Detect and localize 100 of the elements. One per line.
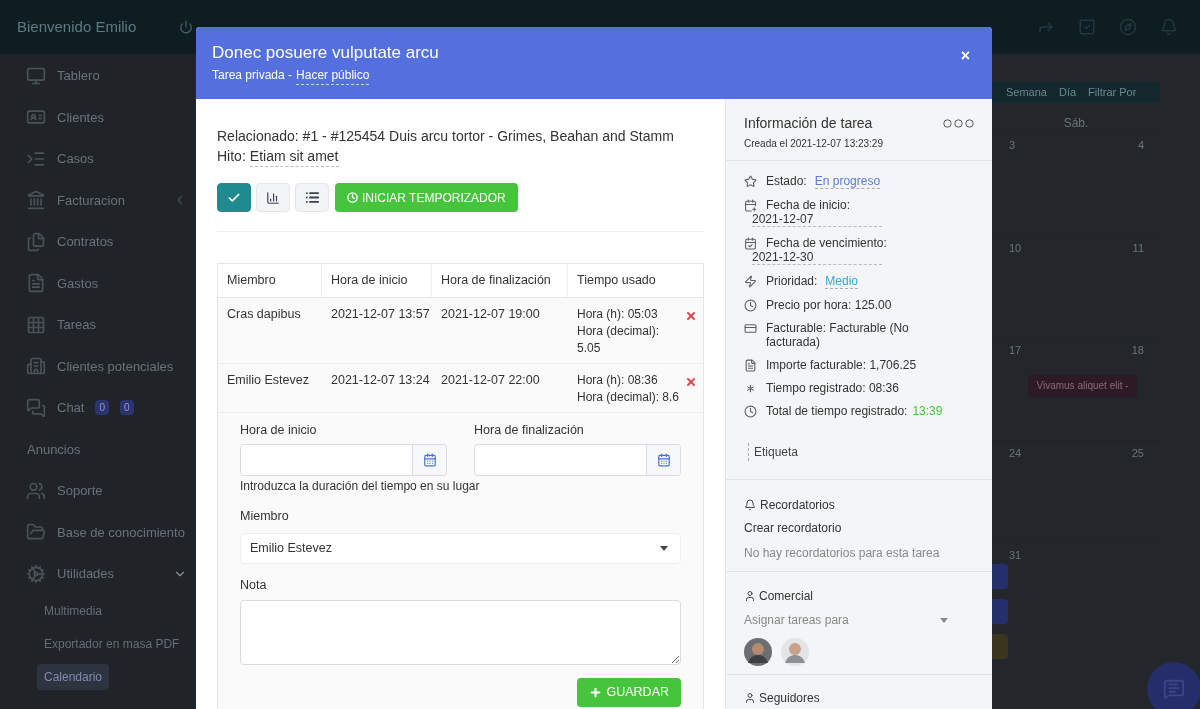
message-icon — [1163, 678, 1185, 700]
sidebar-item[interactable]: Gastos — [0, 262, 195, 304]
gears-icon — [26, 563, 46, 584]
total-value: 13:39 — [912, 404, 943, 418]
table-cell-text: 2021-12-07 13:24 — [330, 372, 431, 389]
avatar[interactable] — [744, 638, 772, 666]
weekday-header: Sáb. — [1063, 115, 1089, 132]
sidebar-item[interactable]: Tareas — [0, 304, 195, 346]
table-cell-text: 2021-12-07 13:57 — [330, 306, 431, 323]
view-tab[interactable]: Semana — [1006, 84, 1047, 101]
more-options-icon[interactable] — [943, 118, 974, 128]
table-cell-text: Hora (decimal): 5.05 — [577, 323, 661, 357]
field-label: Hora de inicio — [240, 422, 318, 438]
date-input-field[interactable] — [474, 444, 681, 476]
grid-icon — [26, 314, 46, 335]
user-icon — [744, 692, 756, 704]
field-label: Estado: — [766, 174, 807, 189]
building-icon — [26, 356, 46, 377]
list-button[interactable] — [295, 183, 329, 212]
section-title: Seguidores — [759, 691, 820, 705]
column-header: Miembro — [218, 264, 322, 297]
start-timer-button[interactable]: INICIAR TEMPORIZADOR — [335, 183, 518, 212]
sidebar-item[interactable]: Soporte — [0, 470, 195, 512]
submenu-item[interactable]: Calendario — [37, 664, 110, 690]
table-cell: Hora (h): 08:36 — [577, 372, 658, 389]
sidebar-item[interactable]: Chat 0 0 — [0, 387, 195, 429]
submenu-item[interactable]: Exportador en masa PDF — [37, 631, 187, 657]
sidebar-item[interactable]: Facturacion — [0, 179, 195, 221]
column-header: Hora de finalización — [432, 264, 568, 297]
bank-icon — [26, 190, 46, 211]
field-label: Fecha de vencimiento: — [766, 236, 887, 250]
list-icon — [304, 190, 320, 205]
close-button[interactable]: × — [960, 44, 970, 68]
delete-icon[interactable] — [685, 310, 697, 322]
save-button[interactable]: GUARDAR — [577, 677, 681, 707]
table-cell-text: 2021-12-07 19:00 — [440, 306, 541, 323]
field-label: Fecha de inicio: — [766, 198, 851, 212]
chat-button[interactable] — [1147, 662, 1200, 709]
priority-link[interactable]: Medio — [825, 274, 859, 289]
table-cell-text: Emilio Estevez — [226, 372, 310, 389]
clock-icon — [744, 405, 757, 418]
sidebar-item[interactable]: Clientes — [0, 96, 195, 138]
day-number: 4 — [1137, 138, 1144, 153]
sidebar-item[interactable]: Utilidades — [0, 553, 195, 595]
calendar-plus-icon — [744, 199, 757, 212]
dialog-title: Donec posuere vulputate arcu — [212, 42, 439, 64]
tag-input[interactable]: Etiqueta — [748, 443, 799, 461]
table-cell: Hora (decimal): 8.6 — [577, 389, 680, 406]
check-square-icon[interactable] — [1078, 18, 1096, 36]
submenu-item[interactable]: Multimedia — [37, 598, 110, 624]
view-tab[interactable]: Día — [1059, 84, 1077, 101]
sidebar-item[interactable]: Clientes potenciales — [0, 345, 195, 387]
make-public-link[interactable]: Hacer público — [296, 66, 370, 85]
sidebar-item[interactable]: Base de conocimiento — [0, 511, 195, 553]
column-header: Hora de inicio — [322, 264, 432, 297]
monitor-icon — [26, 65, 46, 86]
table-cell: Hora (h): 05:03 — [577, 306, 658, 323]
day-number: 11 — [1132, 240, 1144, 256]
date-value[interactable]: 2021-12-07 — [752, 212, 882, 227]
privacy-text: Tarea privada - — [212, 67, 293, 84]
delete-icon[interactable] — [685, 376, 697, 388]
calendar-event[interactable]: Vivamus aliquet elit - — [1028, 374, 1137, 397]
milestone-link[interactable]: Etiam sit amet — [249, 146, 339, 167]
member-select[interactable]: Emilio Estevez — [240, 532, 681, 564]
complete-button[interactable] — [217, 183, 251, 212]
chart-button[interactable] — [256, 183, 290, 212]
asterisk-icon — [744, 382, 757, 395]
dropdown-caret-icon — [940, 617, 948, 623]
calendar-check-icon — [744, 237, 757, 250]
bar-chart-icon — [266, 190, 280, 205]
created-date: Creada el 2021-12-07 13:23:29 — [744, 137, 884, 151]
date-value[interactable]: 2021-12-30 — [752, 250, 882, 265]
sidebar-item[interactable]: Casos — [0, 138, 195, 180]
column-header: Tiempo usado — [576, 272, 657, 290]
milestone-label: Hito: — [217, 147, 246, 166]
status-link[interactable]: En progreso — [814, 174, 881, 189]
day-number: 25 — [1131, 445, 1144, 461]
users-icon — [26, 480, 46, 501]
sidebar-item[interactable]: Contratos — [0, 221, 195, 263]
table-cell-text: Cras dapibus — [226, 306, 302, 323]
document-icon — [26, 273, 46, 294]
day-number: 18 — [1131, 343, 1144, 358]
sidebar-item[interactable]: Tablero — [0, 55, 195, 97]
field-text: Precio por hora: 125.00 — [766, 298, 892, 312]
assignee-select[interactable]: Asignar tareas para — [744, 613, 974, 627]
day-number: 31 — [1009, 548, 1022, 563]
date-input-field[interactable] — [240, 444, 447, 476]
create-reminder-link[interactable]: Crear recordatorio — [744, 521, 974, 535]
hint-text: Introduzca la duración del tiempo en su lugar — [240, 478, 481, 495]
calendar-icon — [422, 453, 437, 467]
day-number: 17 — [1009, 343, 1022, 358]
power-icon[interactable] — [179, 20, 193, 34]
field-label: Total de tiempo registrado: — [766, 404, 908, 418]
view-tab[interactable]: Filtrar Por — [1088, 84, 1137, 101]
star-icon — [744, 175, 757, 188]
welcome-text: Bienvenido Emilio — [17, 16, 137, 37]
bolt-icon — [744, 275, 757, 288]
chat-icon — [26, 397, 46, 418]
section-title: Comercial — [759, 589, 813, 603]
field-label: Hora de finalización — [474, 422, 585, 438]
